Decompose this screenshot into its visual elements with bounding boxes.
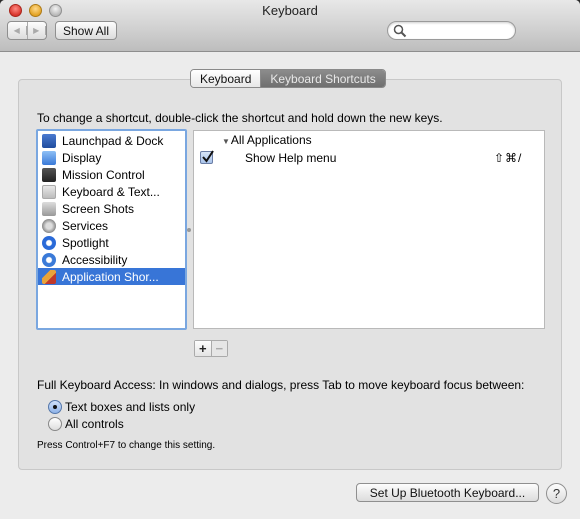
set-up-bluetooth-keyboard-button[interactable]: Set Up Bluetooth Keyboard...: [356, 483, 539, 502]
back-button[interactable]: ◀: [8, 22, 28, 39]
checkmark-icon: [202, 150, 214, 163]
category-label: Display: [62, 150, 102, 165]
instructions-text: To change a shortcut, double-click the s…: [37, 111, 443, 125]
display-icon: [42, 150, 56, 165]
screenshot-icon: [42, 201, 56, 216]
category-application-shortcuts[interactable]: Application Shor...: [38, 268, 185, 285]
tab-keyboard[interactable]: Keyboard: [191, 70, 262, 87]
spotlight-icon: [42, 235, 56, 250]
shortcuts-list[interactable]: ▼All Applications Show Help menu ⇧⌘/: [193, 130, 545, 329]
category-label: Services: [62, 218, 109, 233]
category-accessibility[interactable]: Accessibility: [38, 251, 185, 268]
radio-label: Text boxes and lists only: [65, 400, 196, 414]
tab-keyboard-shortcuts[interactable]: Keyboard Shortcuts: [261, 70, 385, 87]
keyboard-icon: [42, 184, 56, 199]
category-label: Keyboard & Text...: [62, 184, 160, 199]
search-icon: [393, 24, 407, 38]
shortcut-enabled-checkbox[interactable]: [200, 150, 214, 164]
back-forward-control: ◀ ▶: [7, 21, 47, 40]
radio-button-selected[interactable]: [48, 400, 62, 414]
radio-text-boxes-lists[interactable]: Text boxes and lists only: [48, 400, 195, 414]
add-remove-control: + −: [194, 340, 228, 357]
category-display[interactable]: Display: [38, 149, 185, 166]
tab-bar: Keyboard Keyboard Shortcuts: [190, 69, 386, 88]
accessibility-icon: [42, 252, 56, 267]
remove-shortcut-button[interactable]: −: [211, 341, 227, 356]
window-title: Keyboard: [262, 3, 318, 18]
mission-control-icon: [42, 167, 56, 182]
add-shortcut-button[interactable]: +: [195, 341, 212, 356]
control-f7-note: Press Control+F7 to change this setting.: [37, 440, 216, 451]
keyboard-preferences-window: Keyboard ◀ ▶ Show All Keyboard Keyboard …: [0, 0, 580, 519]
shortcut-category-list[interactable]: Launchpad & Dock Display Mission Control…: [36, 129, 187, 330]
category-screen-shots[interactable]: Screen Shots: [38, 200, 185, 217]
title-bar: Keyboard ◀ ▶ Show All: [0, 0, 580, 52]
disclosure-triangle-icon[interactable]: ▼: [222, 137, 230, 146]
split-view-handle[interactable]: [187, 228, 191, 232]
category-label: Mission Control: [62, 167, 145, 182]
category-launchpad-dock[interactable]: Launchpad & Dock: [38, 132, 185, 149]
shortcut-group-header[interactable]: ▼All Applications: [222, 133, 312, 147]
help-icon: ?: [552, 486, 561, 501]
search-field[interactable]: [387, 21, 516, 40]
forward-button[interactable]: ▶: [28, 22, 46, 39]
category-label: Spotlight: [62, 235, 109, 250]
category-services[interactable]: Services: [38, 217, 185, 234]
show-all-button[interactable]: Show All: [55, 21, 117, 40]
category-spotlight[interactable]: Spotlight: [38, 234, 185, 251]
radio-all-controls[interactable]: All controls: [48, 417, 124, 431]
full-keyboard-access-label: Full Keyboard Access: In windows and dia…: [37, 378, 525, 392]
shortcut-action-label: Show Help menu: [245, 151, 337, 165]
app-shortcuts-icon: [42, 269, 56, 284]
radio-button[interactable]: [48, 417, 62, 431]
category-label: Accessibility: [62, 252, 128, 267]
category-mission-control[interactable]: Mission Control: [38, 166, 185, 183]
category-label: Application Shor...: [62, 269, 159, 284]
shortcut-keys[interactable]: ⇧⌘/: [494, 151, 522, 165]
help-button[interactable]: ?: [546, 483, 567, 504]
radio-label: All controls: [65, 417, 124, 431]
group-label: All Applications: [230, 133, 312, 147]
gear-icon: [42, 218, 56, 233]
back-arrow-icon: ◀: [8, 26, 27, 35]
category-label: Launchpad & Dock: [62, 133, 164, 148]
category-label: Screen Shots: [62, 201, 135, 216]
forward-arrow-icon: ▶: [28, 26, 46, 35]
launchpad-dock-icon: [42, 133, 56, 148]
category-keyboard-text[interactable]: Keyboard & Text...: [38, 183, 185, 200]
